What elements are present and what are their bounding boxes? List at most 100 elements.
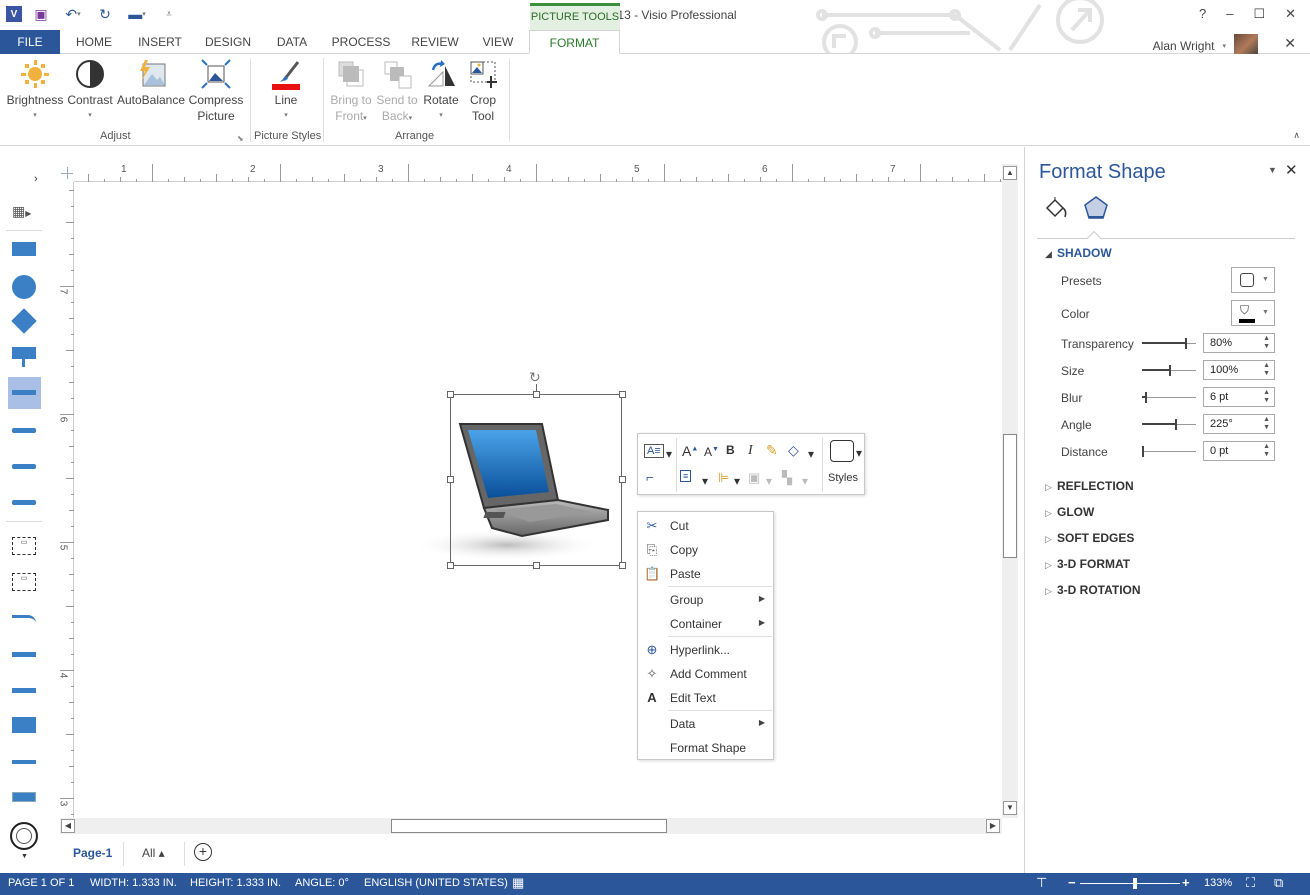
resize-handle-w[interactable] — [447, 476, 454, 483]
compress-picture-button[interactable]: Compress Picture — [186, 58, 246, 124]
shape-block[interactable] — [12, 717, 36, 733]
section-reflection[interactable]: ▷ REFLECTION — [1045, 479, 1134, 493]
all-pages-button[interactable]: All ▴ — [142, 846, 165, 860]
presentation-icon[interactable]: ▬ ▾ — [124, 5, 150, 23]
text-block-icon[interactable]: A≡ — [644, 444, 664, 458]
contrast-button[interactable]: Contrast ▾ — [66, 58, 114, 124]
resize-handle-e[interactable] — [619, 476, 626, 483]
angle-input[interactable]: 225° ▲ ▼ — [1203, 414, 1275, 434]
close-document-button[interactable]: ✕ — [1284, 35, 1296, 52]
decrease-font-icon[interactable]: A▼ — [704, 445, 719, 459]
blur-input[interactable]: 6 pt ▲ ▼ — [1203, 387, 1275, 407]
resize-handle-s[interactable] — [533, 562, 540, 569]
tab-view[interactable]: VIEW — [476, 30, 520, 54]
format-painter-icon[interactable]: ✎ — [766, 442, 778, 459]
visio-logo-icon[interactable]: V — [6, 6, 22, 22]
menu-item-format-shape[interactable]: Format Shape — [638, 736, 773, 760]
presentation-mode-icon[interactable]: ⊤ — [1036, 875, 1047, 891]
scroll-up-button[interactable]: ▲ — [1003, 166, 1017, 180]
shape-connector-1[interactable] — [12, 652, 36, 657]
spin-arrows-icon[interactable]: ▲ ▼ — [1263, 416, 1270, 432]
shape-line-3[interactable] — [12, 500, 36, 505]
send-backward-icon[interactable]: ▚ — [782, 470, 792, 486]
increase-font-icon[interactable]: A▲ — [682, 443, 698, 459]
add-page-icon[interactable]: + — [194, 843, 212, 861]
spin-arrows-icon[interactable]: ▲ ▼ — [1263, 443, 1270, 459]
expand-shapes-icon[interactable]: › — [34, 173, 38, 185]
scroll-right-button[interactable]: ▶ — [986, 819, 1000, 833]
zoom-slider[interactable] — [1080, 878, 1180, 889]
shape-container-1[interactable]: ▭ — [12, 537, 36, 555]
menu-item-group[interactable]: Group ▶ — [638, 588, 773, 612]
tab-home[interactable]: HOME — [68, 30, 120, 54]
vertical-scrollbar[interactable]: ▲ ▼ — [1002, 164, 1018, 818]
tab-insert[interactable]: INSERT — [132, 30, 188, 54]
line-button[interactable]: Line ▾ — [262, 58, 310, 124]
color-dropdown[interactable]: ⛉ ▼ — [1231, 300, 1275, 326]
minimize-button[interactable]: – — [1226, 6, 1233, 22]
distance-input[interactable]: 0 pt ▲ ▼ — [1203, 441, 1275, 461]
styles-icon[interactable] — [830, 440, 854, 462]
effects-tab-icon[interactable] — [1083, 195, 1109, 221]
rotate-button[interactable]: Rotate ▾ — [420, 58, 462, 124]
shape-diamond[interactable] — [11, 308, 37, 334]
zoom-out-button[interactable]: − — [1068, 875, 1076, 890]
spin-arrows-icon[interactable]: ▲ ▼ — [1263, 362, 1270, 378]
pane-options-icon[interactable]: ▼ — [1268, 165, 1277, 175]
close-window-button[interactable]: ✕ — [1285, 6, 1296, 22]
resize-handle-nw[interactable] — [447, 391, 454, 398]
menu-item-copy[interactable]: ⎘ Copy — [638, 538, 773, 562]
section-soft-edges[interactable]: ▷ SOFT EDGES — [1045, 531, 1134, 545]
blur-slider[interactable] — [1142, 392, 1196, 403]
styles-button[interactable]: Styles — [828, 472, 858, 484]
stencil-menu-icon[interactable]: ▦▶ — [12, 203, 31, 220]
undo-icon[interactable]: ↶ ▾ — [60, 5, 86, 23]
autobalance-button[interactable]: AutoBalance — [116, 58, 186, 108]
spin-arrows-icon[interactable]: ▲ ▼ — [1263, 389, 1270, 405]
close-pane-icon[interactable]: ✕ — [1285, 161, 1298, 179]
rotation-handle-icon[interactable]: ↻ — [529, 369, 541, 386]
resize-handle-ne[interactable] — [619, 391, 626, 398]
section-3d-rotation[interactable]: ▷ 3-D ROTATION — [1045, 583, 1141, 597]
menu-item-edit-text[interactable]: A Edit Text — [638, 686, 773, 710]
fill-line-tab-icon[interactable] — [1043, 195, 1069, 221]
menu-item-hyperlink[interactable]: ⊕ Hyperlink... — [638, 638, 773, 662]
italic-icon[interactable]: I — [748, 443, 753, 459]
scroll-left-button[interactable]: ◀ — [61, 819, 75, 833]
shape-target[interactable] — [10, 822, 38, 850]
shape-rectangle[interactable] — [12, 242, 36, 256]
customize-qat-icon[interactable]: ⩡ — [160, 5, 178, 23]
position-icon[interactable]: ⊫ — [718, 470, 729, 486]
tab-file[interactable]: FILE — [0, 30, 60, 54]
resize-handle-n[interactable] — [533, 391, 540, 398]
menu-item-add-comment[interactable]: ✧ Add Comment — [638, 662, 773, 686]
maximize-button[interactable]: ☐ — [1253, 6, 1265, 22]
menu-item-container[interactable]: Container ▶ — [638, 612, 773, 636]
page-tab-page-1[interactable]: Page-1 — [73, 846, 112, 860]
shape-icon[interactable]: ◇ — [788, 442, 799, 459]
status-language[interactable]: ENGLISH (UNITED STATES) — [364, 877, 508, 889]
resize-handle-sw[interactable] — [447, 562, 454, 569]
more-shapes-icon[interactable]: ▼ — [21, 853, 28, 860]
menu-item-data[interactable]: Data ▶ — [638, 712, 773, 736]
shape-callout[interactable] — [12, 347, 36, 367]
collapse-ribbon-icon[interactable]: ∧ — [1293, 130, 1300, 141]
horizontal-scrollbar[interactable]: ◀ ▶ — [60, 818, 1002, 834]
macro-record-icon[interactable]: ▦ — [512, 875, 524, 891]
spin-arrows-icon[interactable]: ▲ ▼ — [1263, 335, 1270, 351]
connector-icon[interactable]: ⌐ — [646, 470, 654, 485]
tab-process[interactable]: PROCESS — [328, 30, 394, 54]
angle-slider[interactable] — [1142, 419, 1196, 430]
help-button[interactable]: ? — [1199, 6, 1206, 22]
zoom-slider-thumb[interactable] — [1133, 878, 1137, 889]
tab-data[interactable]: DATA — [268, 30, 316, 54]
align-text-icon[interactable]: ≡ — [680, 470, 692, 482]
transparency-slider[interactable] — [1142, 338, 1196, 349]
bring-forward-icon[interactable]: ▣ — [748, 470, 760, 486]
scroll-down-button[interactable]: ▼ — [1003, 801, 1017, 815]
section-glow[interactable]: ▷ GLOW — [1045, 505, 1094, 519]
vertical-scroll-thumb[interactable] — [1003, 434, 1017, 558]
shape-line-2[interactable] — [12, 464, 36, 469]
shape-bar[interactable] — [12, 760, 36, 764]
zoom-level[interactable]: 133% — [1204, 877, 1232, 889]
